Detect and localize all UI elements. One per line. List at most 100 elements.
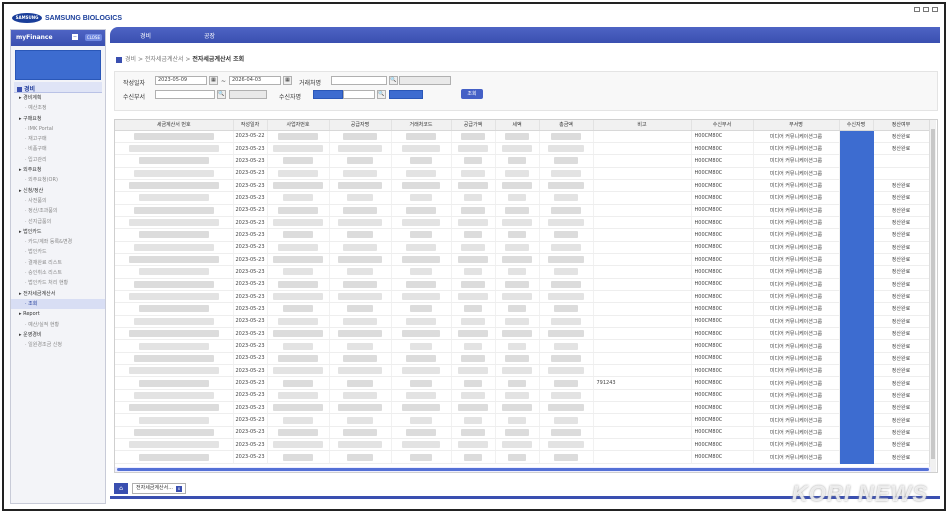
table-row[interactable]: 2023-05-23 H00CM80C 미디어 커뮤니케이션그룹 정산완료 [115, 290, 930, 304]
business-number-cell [267, 216, 330, 230]
table-row[interactable]: 2023-05-23 H00CM80C 미디어 커뮤니케이션그룹 [115, 154, 930, 168]
sidebar-item[interactable]: ▸ 외주요청 [11, 165, 105, 175]
menu-item-factory[interactable]: 공장 [204, 31, 215, 40]
redacted-value [505, 132, 529, 140]
column-header[interactable]: 공급가액 [451, 120, 496, 131]
horizontal-scrollbar[interactable] [115, 467, 931, 472]
tax-cell [495, 130, 540, 143]
vertical-scrollbar[interactable] [929, 120, 936, 472]
search-button[interactable]: 조회 [461, 89, 483, 99]
table-row[interactable]: 2023-05-23 H00CM80C 미디어 커뮤니케이션그룹 정산완료 [115, 438, 930, 452]
partner-code-cell [391, 216, 452, 230]
redacted-value [138, 342, 209, 350]
column-header[interactable]: 세금계산서 번호 [115, 120, 234, 131]
table-row[interactable]: 2023-05-23 H00CM80C 미디어 커뮤니케이션그룹 정산완료 [115, 228, 930, 242]
column-header[interactable]: 총금액 [539, 120, 594, 131]
sidebar-item[interactable]: · 결재완료 리스트 [11, 258, 105, 268]
table-row[interactable]: 2023-05-23 H00CM80C 미디어 커뮤니케이션그룹 정산완료 [115, 241, 930, 254]
sidebar-item[interactable]: · 예산/실적 현황 [11, 320, 105, 330]
home-icon[interactable]: ⌂ [114, 483, 128, 494]
table-row[interactable]: 2023-05-23 H00CM80C 미디어 커뮤니케이션그룹 정산완료 [115, 389, 930, 403]
search-icon[interactable]: 🔍 [217, 90, 226, 99]
sidebar-item[interactable]: · 재고구매 [11, 134, 105, 144]
receiver-input[interactable] [343, 90, 375, 99]
sidebar-item[interactable]: · 일원경조금 신청 [11, 340, 105, 350]
sidebar-item[interactable]: · 승인취소 리스트 [11, 268, 105, 278]
table-row[interactable]: 2023-05-23 H00CM80C 미디어 커뮤니케이션그룹 정산완료 [115, 364, 930, 378]
date-cell: 2023-05-23 [233, 216, 268, 230]
table-row[interactable]: 2023-05-23 H00CM80C 미디어 커뮤니케이션그룹 정산완료 [115, 352, 930, 366]
sidebar-item[interactable]: · 카드/계좌 등록&변경 [11, 237, 105, 247]
table-row[interactable]: 2023-05-23 H00CM80C 미디어 커뮤니케이션그룹 정산완료 [115, 253, 930, 267]
sidebar-item[interactable]: · 법인카드 [11, 247, 105, 257]
partner-input[interactable] [331, 76, 387, 85]
dept-input[interactable] [155, 90, 215, 99]
sidebar-item[interactable]: ▸ 경비계획 [11, 93, 105, 103]
calendar-icon[interactable]: ▦ [209, 76, 218, 85]
redacted-value [347, 268, 373, 276]
sidebar-item[interactable]: · IMK Portal [11, 124, 105, 134]
sidebar-item[interactable]: · 외주요청(OR) [11, 175, 105, 185]
table-row[interactable]: 2023-05-23 H00CM80C 미디어 커뮤니케이션그룹 정산완료 [115, 450, 930, 464]
sidebar-item[interactable]: · 정산/조과품의 [11, 206, 105, 216]
column-header[interactable]: 작성일자 [233, 120, 268, 131]
minimize-icon[interactable] [914, 7, 920, 12]
redacted-value [138, 268, 209, 276]
sidebar-item[interactable]: · 법인카드 처리 현황 [11, 278, 105, 288]
table-row[interactable]: 2023-05-23 H00CM80C 미디어 커뮤니케이션그룹 정산완료 [115, 401, 930, 415]
sidebar-item[interactable]: · 조회 [11, 298, 105, 310]
column-header[interactable]: 정산여부 [873, 120, 930, 131]
column-header[interactable]: 부서명 [753, 120, 840, 131]
sidebar-item[interactable]: · 입고관리 [11, 155, 105, 165]
sidebar-item[interactable]: ▸ Report [11, 309, 105, 319]
sidebar-item[interactable]: · 사전품의 [11, 196, 105, 206]
sidebar-item[interactable]: ▸ 신청/정산 [11, 186, 105, 196]
column-header[interactable]: 수신자명 [839, 120, 874, 131]
scroll-thumb[interactable] [117, 468, 929, 471]
column-header[interactable]: 수신부서 [691, 120, 754, 131]
table-row[interactable]: 2023-05-23 H00CM80C 미디어 커뮤니케이션그룹 정산완료 [115, 216, 930, 230]
close-icon[interactable]: x [175, 485, 182, 492]
table-row[interactable]: 2023-05-23 H00CM80C 미디어 커뮤니케이션그룹 정산완료 [115, 278, 930, 291]
search-icon[interactable]: 🔍 [377, 90, 386, 99]
table-row[interactable]: 2023-05-23 H00CM80C 미디어 커뮤니케이션그룹 정산완료 [115, 327, 930, 341]
date-to-input[interactable]: 2026-04-03 [229, 76, 281, 85]
column-header[interactable]: 비고 [593, 120, 692, 131]
close-window-icon[interactable] [932, 7, 938, 12]
table-row[interactable]: 2023-05-23 H00CM80C 미디어 커뮤니케이션그룹 [115, 167, 930, 180]
table-row[interactable]: 2023-05-23 H00CM80C 미디어 커뮤니케이션그룹 정산완료 [115, 302, 930, 316]
table-row[interactable]: 2023-05-23 H00CM80C 미디어 커뮤니케이션그룹 정산완료 [115, 204, 930, 217]
table-row[interactable]: 2023-05-22 H00CM80C 미디어 커뮤니케이션그룹 정산완료 [115, 130, 930, 143]
sidebar-item[interactable]: · 비품구매 [11, 144, 105, 154]
menu-item-expense[interactable]: 경비 [140, 31, 151, 40]
dept-name-cell: 미디어 커뮤니케이션그룹 [753, 228, 840, 242]
table-row[interactable]: 2023-05-23 H00CM80C 미디어 커뮤니케이션그룹 정산완료 [115, 315, 930, 329]
table-row[interactable]: 2023-05-23 H00CM80C 미디어 커뮤니케이션그룹 정산완료 [115, 179, 930, 193]
sidebar-item[interactable]: ▸ 구매요청 [11, 114, 105, 124]
sidebar-item[interactable]: ▸ 법인카드 [11, 227, 105, 237]
sidebar-item[interactable]: ▸ 전자세금계산서 [11, 289, 105, 299]
table-row[interactable]: 2023-05-23 H00CM80C 미디어 커뮤니케이션그룹 정산완료 [115, 426, 930, 440]
column-header[interactable]: 거래처코드 [391, 120, 452, 131]
collapse-icon[interactable]: − [72, 34, 78, 40]
sidebar-close-button[interactable]: CLOSE [84, 34, 102, 41]
sidebar-item[interactable]: · 선지급품의 [11, 217, 105, 227]
date-from-input[interactable]: 2023-05-09 [155, 76, 207, 85]
table-row[interactable]: 2023-05-23 H00CM80C 미디어 커뮤니케이션그룹 정산완료 [115, 142, 930, 156]
table-row[interactable]: 2023-05-23 H00CM80C 미디어 커뮤니케이션그룹 정산완료 [115, 413, 930, 427]
sidebar-item[interactable]: · 예산조정 [11, 103, 105, 113]
calendar-icon[interactable]: ▦ [283, 76, 292, 85]
table-row[interactable]: 2023-05-23 H00CM80C 미디어 커뮤니케이션그룹 정산완료 [115, 191, 930, 205]
column-header[interactable]: 세액 [495, 120, 540, 131]
sidebar-item[interactable]: ▸ 운영경비 [11, 330, 105, 340]
table-row[interactable]: 2023-05-23 H00CM80C 미디어 커뮤니케이션그룹 정산완료 [115, 339, 930, 353]
column-header[interactable]: 사업자번호 [267, 120, 330, 131]
sidebar-section-expense[interactable]: 경비 [14, 82, 102, 93]
search-icon[interactable]: 🔍 [389, 76, 398, 85]
column-header[interactable]: 공급자명 [329, 120, 392, 131]
table-row[interactable]: 2023-05-23 791243 H00CM80C 미디어 커뮤니케이션그룹 정산완료 [115, 376, 930, 390]
tab-e-tax-invoice[interactable]: 전자세금계산서... x [132, 483, 186, 494]
table-row[interactable]: 2023-05-23 H00CM80C 미디어 커뮤니케이션그룹 정산완료 [115, 265, 930, 279]
maximize-icon[interactable] [923, 7, 929, 12]
scroll-thumb[interactable] [931, 129, 935, 459]
